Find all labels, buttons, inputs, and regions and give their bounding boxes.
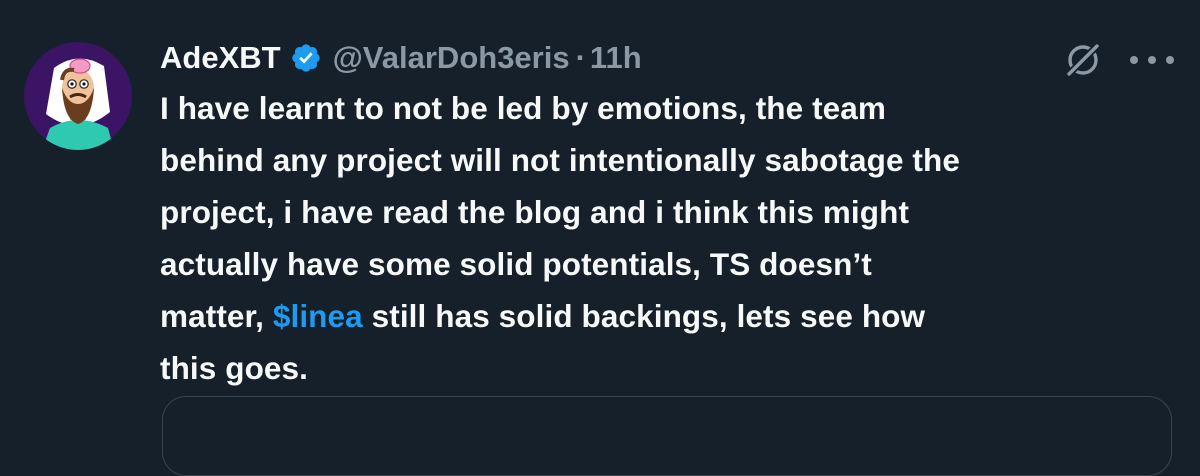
more-icon[interactable] bbox=[1130, 42, 1174, 78]
display-name[interactable]: AdeXBT bbox=[160, 40, 281, 76]
tweet-text: I have learnt to not be led by emotions,… bbox=[160, 82, 1180, 394]
grok-icon[interactable] bbox=[1063, 40, 1103, 80]
tweet-text-line: behind any project will not intentionall… bbox=[160, 142, 960, 178]
more-dot bbox=[1166, 56, 1174, 64]
tweet-text-segment: still has solid backings, lets see how bbox=[362, 298, 926, 334]
tweet-header: AdeXBT @ValarDoh3eris · 11h bbox=[160, 36, 642, 80]
more-dot bbox=[1148, 56, 1156, 64]
quoted-tweet-card[interactable] bbox=[162, 396, 1172, 476]
tweet-text-line: matter, $linea still has solid backings,… bbox=[160, 290, 1180, 342]
tweet-text-line: I have learnt to not be led by emotions,… bbox=[160, 90, 887, 126]
tweet-text-segment: matter, bbox=[160, 298, 273, 334]
tweet-text-line: actually have some solid potentials, TS … bbox=[160, 246, 872, 282]
avatar-illustration-icon bbox=[24, 42, 132, 150]
cashtag-link[interactable]: $linea bbox=[273, 298, 363, 334]
author-handle[interactable]: @ValarDoh3eris bbox=[333, 40, 570, 76]
tweet[interactable]: AdeXBT @ValarDoh3eris · 11h I have learn… bbox=[0, 0, 1200, 476]
verified-badge-icon bbox=[290, 42, 322, 74]
separator-dot: · bbox=[575, 40, 586, 75]
tweet-text-line: this goes. bbox=[160, 350, 309, 386]
tweet-text-line: project, i have read the blog and i thin… bbox=[160, 194, 910, 230]
timestamp[interactable]: 11h bbox=[590, 40, 642, 76]
more-dot bbox=[1130, 56, 1138, 64]
avatar[interactable] bbox=[24, 42, 132, 150]
